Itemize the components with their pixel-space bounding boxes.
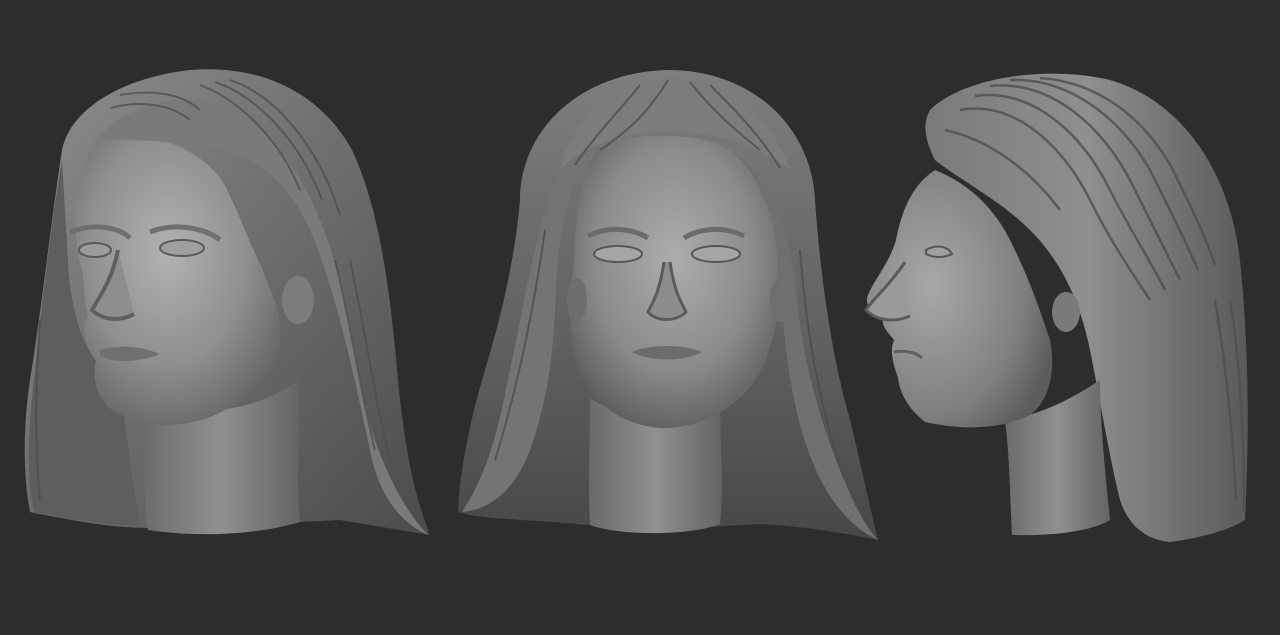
ear-left	[567, 278, 587, 322]
head-three-quarter-view	[24, 69, 430, 535]
sculpt-render	[24, 69, 1248, 542]
ear	[1052, 292, 1080, 332]
ear	[282, 276, 314, 324]
head-front-view	[458, 70, 878, 540]
head-side-profile-view	[864, 73, 1248, 542]
eye-left	[78, 242, 112, 258]
eye-right	[159, 239, 205, 257]
sculpt-viewport	[0, 0, 1280, 635]
eye-left	[593, 245, 643, 263]
eye-right	[691, 245, 741, 263]
